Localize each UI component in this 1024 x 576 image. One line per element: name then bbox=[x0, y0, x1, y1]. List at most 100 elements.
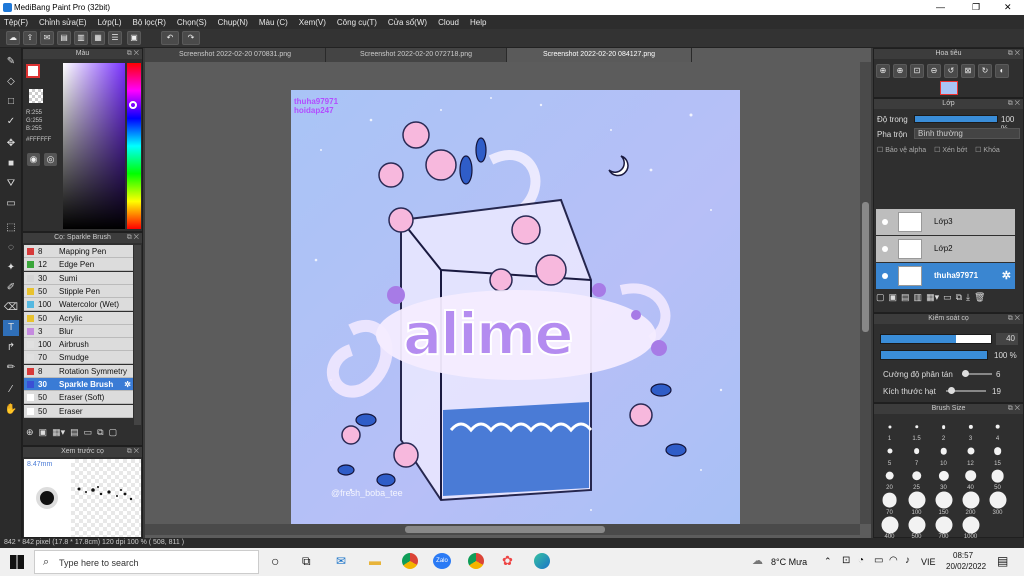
scatter-slider[interactable] bbox=[962, 370, 992, 377]
add-layer-menu-icon[interactable]: ▦▾ bbox=[926, 292, 939, 303]
eraser-tool-icon[interactable]: ◇ bbox=[3, 74, 19, 90]
text-tool-icon[interactable]: T bbox=[3, 320, 19, 336]
horizontal-scrollbar[interactable] bbox=[145, 524, 860, 535]
duplicate-icon[interactable]: ⧉ bbox=[97, 427, 103, 438]
lasso-icon[interactable]: ◌ bbox=[3, 240, 19, 256]
brush-item[interactable]: 12 Edge Pen bbox=[24, 258, 133, 272]
eyedropper-icon[interactable]: ⁄ bbox=[3, 382, 19, 398]
clock-time[interactable]: 08:57 bbox=[953, 551, 973, 560]
merge-layer-icon[interactable]: ⤓ bbox=[966, 292, 970, 303]
brush-item[interactable]: 50 Eraser (Soft) bbox=[24, 391, 133, 405]
operation-icon[interactable]: ↱ bbox=[3, 340, 19, 356]
brush-size-option[interactable]: 5 bbox=[876, 441, 903, 468]
close-button[interactable]: ✕ bbox=[1004, 2, 1012, 13]
brush-size-option[interactable]: 40 bbox=[957, 465, 984, 492]
brush-size-option[interactable]: 150 bbox=[930, 490, 957, 517]
rotate-right-icon[interactable]: ↻ bbox=[978, 64, 992, 78]
brush-size-option[interactable]: 3 bbox=[957, 416, 984, 443]
dot-tool-icon[interactable]: ✓ bbox=[3, 114, 19, 130]
menu-layer[interactable]: Lớp(L) bbox=[98, 18, 122, 27]
move-tool-icon[interactable]: ✥ bbox=[3, 136, 19, 152]
zalo-icon[interactable]: Zalo bbox=[433, 553, 451, 569]
divide-icon[interactable]: ✏ bbox=[3, 360, 19, 376]
brush-size-option[interactable]: 300 bbox=[984, 490, 1011, 517]
particle-size-handle[interactable] bbox=[948, 387, 955, 394]
layer-row[interactable]: Lớp3 bbox=[876, 209, 1015, 235]
clock-date[interactable]: 20/02/2022 bbox=[946, 562, 986, 571]
rotate-left-icon[interactable]: ↺ bbox=[944, 64, 958, 78]
reset-icon[interactable]: ⊠ bbox=[961, 64, 975, 78]
visibility-icon[interactable] bbox=[882, 246, 888, 252]
menu-window[interactable]: Cửa sổ(W) bbox=[388, 18, 427, 27]
brush-item[interactable]: 100 Watercolor (Wet) bbox=[24, 298, 133, 312]
brush-size-option[interactable]: 12 bbox=[957, 441, 984, 468]
tray-chevron-icon[interactable]: ⌃ bbox=[824, 556, 832, 567]
layer-folder-icon[interactable]: ▭ bbox=[943, 292, 952, 303]
brush-tool-icon[interactable]: ✎ bbox=[3, 54, 19, 70]
brush-item[interactable]: 50 Eraser bbox=[24, 404, 133, 418]
new-1bit-icon[interactable]: ▥ bbox=[914, 292, 923, 303]
page-icon[interactable]: ▤ bbox=[57, 31, 71, 45]
brush-item[interactable]: 70 Smudge bbox=[24, 351, 133, 365]
chrome-icon[interactable] bbox=[402, 553, 418, 569]
gradient-tool-icon[interactable]: ▭ bbox=[3, 196, 19, 212]
tab-070831[interactable]: Screenshot 2022-02-20 070831.png bbox=[145, 48, 326, 62]
brush-size-option[interactable]: 500 bbox=[903, 514, 930, 541]
color-square[interactable] bbox=[63, 63, 125, 229]
brush-settings-icon[interactable]: ✲ bbox=[124, 378, 131, 391]
maximize-button[interactable]: ❐ bbox=[972, 2, 980, 13]
cortana-icon[interactable]: ○ bbox=[271, 553, 279, 569]
brush-item[interactable]: 30 Sumi bbox=[24, 271, 133, 285]
select-pen-icon[interactable]: ✐ bbox=[3, 280, 19, 296]
brush-size-option[interactable]: 4 bbox=[984, 416, 1011, 443]
redo-icon[interactable]: ↷ bbox=[182, 31, 200, 45]
lock-checkbox[interactable]: ☐ Khóa bbox=[975, 146, 1000, 154]
battery-icon[interactable]: ▭ bbox=[874, 555, 883, 566]
list-icon[interactable]: ☰ bbox=[108, 31, 122, 45]
tray-app-icon[interactable]: ◔ bbox=[858, 555, 864, 566]
layer-opacity-slider[interactable] bbox=[914, 115, 998, 123]
folder-icon[interactable]: ▭ bbox=[84, 427, 93, 438]
fit-icon[interactable]: ⊡ bbox=[910, 64, 924, 78]
add-material-icon[interactable]: ▦▾ bbox=[52, 427, 65, 438]
edge-icon[interactable] bbox=[534, 553, 550, 569]
hue-slider[interactable] bbox=[127, 63, 141, 229]
menu-tools[interactable]: Công cụ(T) bbox=[337, 18, 377, 27]
particle-size-slider[interactable] bbox=[946, 387, 986, 394]
brush-item[interactable]: 30 Sparkle Brush ✲ bbox=[24, 378, 133, 391]
zoom-out-icon[interactable]: ⊖ bbox=[927, 64, 941, 78]
language-indicator[interactable]: VIE bbox=[921, 557, 936, 567]
copy-brush-icon[interactable]: ▣ bbox=[39, 427, 48, 438]
brush-size-option[interactable]: 10 bbox=[930, 441, 957, 468]
color-history-icon[interactable]: ◎ bbox=[44, 153, 57, 166]
scatter-handle[interactable] bbox=[962, 370, 969, 377]
brush-size-option[interactable]: 7 bbox=[903, 441, 930, 468]
delete-brush-icon[interactable]: ▢ bbox=[109, 427, 118, 438]
brush-size-option[interactable]: 200 bbox=[957, 490, 984, 517]
brush-list-scrollbar[interactable] bbox=[134, 245, 141, 425]
weather-icon[interactable]: ☁ bbox=[752, 554, 763, 567]
zoom-in-icon[interactable]: ⊕ bbox=[876, 64, 890, 78]
vertical-scrollbar[interactable] bbox=[860, 62, 871, 524]
tab-072718[interactable]: Screenshot 2022-02-20 072718.png bbox=[326, 48, 507, 62]
minimize-button[interactable]: — bbox=[936, 2, 945, 12]
visibility-icon[interactable] bbox=[882, 219, 888, 225]
panel-icon[interactable]: ▣ bbox=[127, 31, 141, 45]
brush-size-option[interactable]: 2 bbox=[930, 416, 957, 443]
weather-text[interactable]: 8°C Mưa bbox=[771, 557, 807, 567]
menu-filter[interactable]: Bộ lọc(R) bbox=[133, 18, 166, 27]
transparent-swatch[interactable] bbox=[29, 89, 43, 103]
menu-color[interactable]: Màu (C) bbox=[259, 18, 288, 27]
brush-size-option[interactable]: 700 bbox=[930, 514, 957, 541]
file-explorer-icon[interactable]: ▬ bbox=[369, 554, 381, 568]
new-8bit-icon[interactable]: ▤ bbox=[901, 292, 910, 303]
grid-icon[interactable]: ▦ bbox=[91, 31, 105, 45]
menu-edit[interactable]: Chỉnh sửa(E) bbox=[39, 18, 87, 27]
blend-mode-select[interactable]: Bình thường bbox=[914, 128, 1020, 139]
taskbar-search[interactable]: ⌕ Type here to search bbox=[34, 550, 259, 574]
layer-row[interactable]: Lớp2 bbox=[876, 236, 1015, 262]
file-icon[interactable]: ▥ bbox=[74, 31, 88, 45]
menu-help[interactable]: Help bbox=[470, 18, 486, 27]
file-brush-icon[interactable]: ▤ bbox=[70, 427, 79, 438]
brush-opacity-slider[interactable] bbox=[880, 350, 988, 360]
